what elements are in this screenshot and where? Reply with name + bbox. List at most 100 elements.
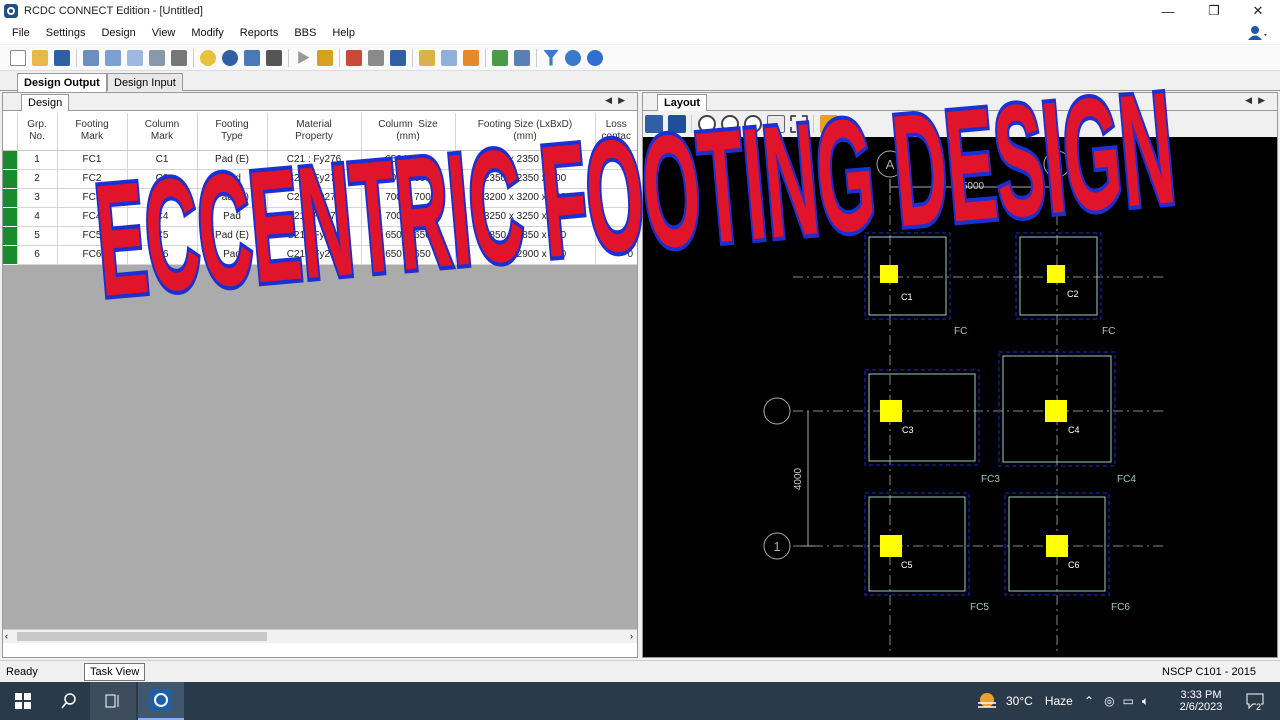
cell-column-size[interactable]: 650 X 650 (361, 245, 456, 265)
cell-footing-size[interactable]: 3250 x 3250 x 400 (455, 207, 596, 227)
cell-column-mark[interactable]: C5 (127, 226, 198, 246)
tab-layout[interactable]: Layout (657, 94, 708, 111)
save-icon[interactable] (54, 49, 70, 66)
column-header[interactable]: Column Mark (127, 113, 198, 151)
cell-footing-mark[interactable]: FC3 (57, 188, 128, 208)
notifications-icon[interactable]: 2 (1240, 682, 1270, 720)
layers-icon[interactable] (463, 49, 479, 66)
meet-now-icon[interactable]: ◎ (1104, 694, 1114, 708)
cell-loss-contact[interactable]: 7.35 (595, 150, 637, 170)
close-button[interactable]: ✕ (1236, 0, 1280, 22)
table-row[interactable]: 5 FC5 C5 Pad (E) C21 : Fy276 650 X 650 2850 x … (3, 226, 637, 246)
cell-footing-mark[interactable]: FC1 (57, 150, 128, 170)
new-file-icon[interactable] (10, 49, 26, 66)
table-row[interactable]: 6 FC6 C6 Pad C21 : Fy276 650 X 650 2900 x 2900… (3, 245, 637, 265)
cell-column-size[interactable]: 650 X 650 (361, 226, 456, 246)
layout-canvas[interactable]: A B 1 5000 4000 C1 C2 C3 C4 C5 C6 FC FC … (643, 137, 1277, 657)
edit-icon[interactable] (368, 49, 384, 66)
cell-footing-type[interactable]: Pad (197, 207, 268, 227)
tab-design-input[interactable]: Design Input (107, 73, 183, 91)
copy-icon[interactable] (441, 49, 457, 66)
save-layout-icon[interactable] (645, 115, 663, 133)
cell-footing-size[interactable]: 2900 x 2900 x 400 (455, 245, 596, 265)
cell-footing-type[interactable]: Pad (197, 169, 268, 189)
report-icon[interactable] (346, 49, 362, 66)
tab-design[interactable]: Design (21, 94, 70, 111)
monitor-icon[interactable] (244, 49, 260, 66)
measure-icon[interactable] (820, 115, 838, 133)
tools-icon[interactable] (492, 49, 508, 66)
network-icon[interactable]: ▭ (1123, 694, 1134, 708)
globe-icon[interactable] (222, 49, 238, 66)
scroll-left-arrow[interactable]: ‹ (5, 631, 8, 641)
filter-icon[interactable] (543, 49, 559, 66)
cell-footing-size[interactable]: 3200 x 3200 x 400 (455, 188, 596, 208)
cell-footing-mark[interactable]: FC2 (57, 169, 128, 189)
export-icon[interactable] (390, 49, 406, 66)
cell-material-property[interactable]: C21 : Fy276 (267, 188, 362, 208)
zoom-in-icon[interactable] (721, 115, 739, 133)
grid-view-icon[interactable] (83, 49, 99, 66)
column-c5[interactable] (880, 535, 902, 557)
cell-loss-contact[interactable]: 0 (595, 245, 637, 265)
menu-modify[interactable]: Modify (183, 27, 231, 39)
scrollbar-thumb[interactable] (17, 632, 267, 641)
cell-material-property[interactable]: C21 : Fy276 (267, 169, 362, 189)
menu-view[interactable]: View (144, 27, 184, 39)
zoom-window-icon[interactable] (698, 115, 716, 133)
cell-grp-no[interactable]: 4 (17, 207, 58, 227)
windows-start-icon[interactable] (0, 682, 46, 720)
export-layout-icon[interactable] (668, 115, 686, 133)
cell-footing-size[interactable]: 2350 x 2350 x 400 (455, 169, 596, 189)
menu-file[interactable]: File (0, 27, 38, 39)
cell-footing-size[interactable]: 2350 x 2350 x 400 (455, 150, 596, 170)
menu-help[interactable]: Help (324, 27, 363, 39)
cell-grp-no[interactable]: 6 (17, 245, 58, 265)
cell-grp-no[interactable]: 3 (17, 188, 58, 208)
column-header[interactable]: Loss contac (595, 113, 637, 151)
cell-column-mark[interactable]: C6 (127, 245, 198, 265)
play-icon[interactable] (298, 51, 310, 64)
cell-material-property[interactable]: C21 : Fy276 (267, 150, 362, 170)
tab-design-output[interactable]: Design Output (17, 73, 107, 92)
cell-material-property[interactable]: C21 : Fy276 (267, 226, 362, 246)
scroll-right-arrow[interactable]: › (630, 631, 633, 641)
cell-grp-no[interactable]: 2 (17, 169, 58, 189)
cell-column-mark[interactable]: C3 (127, 188, 198, 208)
column-header[interactable]: Material Property (267, 113, 362, 151)
print-icon[interactable] (149, 49, 165, 66)
structure-icon[interactable] (171, 49, 187, 66)
spreadsheet-icon[interactable] (514, 49, 530, 66)
cell-loss-contact[interactable]: 0 (595, 226, 637, 246)
cell-column-mark[interactable]: C4 (127, 207, 198, 227)
table-row[interactable]: 4 FC4 C4 Pad C21 : Fy276 700 X 700 3250 x 3250… (3, 207, 637, 227)
search-icon[interactable] (46, 682, 92, 720)
cell-material-property[interactable]: C21 : Fy276 (267, 245, 362, 265)
lock-icon[interactable] (317, 49, 333, 66)
table-row[interactable]: 2 FC2 C2 Pad C21 : Fy276 600 X 600 2350 x 2350… (3, 169, 637, 189)
cell-grp-no[interactable]: 5 (17, 226, 58, 246)
minimize-button[interactable]: — (1146, 0, 1190, 22)
cell-footing-mark[interactable]: FC4 (57, 207, 128, 227)
hash-icon[interactable] (266, 49, 282, 66)
column-c3[interactable] (880, 400, 902, 422)
cell-column-size[interactable]: 700 X 700 (361, 207, 456, 227)
open-folder-icon[interactable] (32, 49, 48, 66)
cell-loss-contact[interactable]: 0 (595, 169, 637, 189)
cell-column-mark[interactable]: C2 (127, 169, 198, 189)
cell-footing-type[interactable]: Pad (197, 245, 268, 265)
mesh-icon[interactable] (127, 49, 143, 66)
cell-footing-mark[interactable]: FC5 (57, 226, 128, 246)
cell-column-size[interactable]: 650 X 650 (361, 150, 456, 170)
cell-footing-size[interactable]: 2850 x 2850 x 400 (455, 226, 596, 246)
pan-hand-icon[interactable] (767, 115, 785, 133)
menu-bbs[interactable]: BBS (286, 27, 324, 39)
cell-loss-contact[interactable]: 0 (595, 207, 637, 227)
clock[interactable]: 3:33 PM 2/6/2023 (1176, 682, 1226, 720)
horizontal-scrollbar[interactable]: ‹ › (3, 629, 637, 643)
cell-grp-no[interactable]: 1 (17, 150, 58, 170)
column-header[interactable]: Column Size (mm) (361, 113, 456, 151)
menu-reports[interactable]: Reports (232, 27, 287, 39)
column-header[interactable]: Footing Mark (57, 113, 128, 151)
cell-footing-mark[interactable]: FC6 (57, 245, 128, 265)
